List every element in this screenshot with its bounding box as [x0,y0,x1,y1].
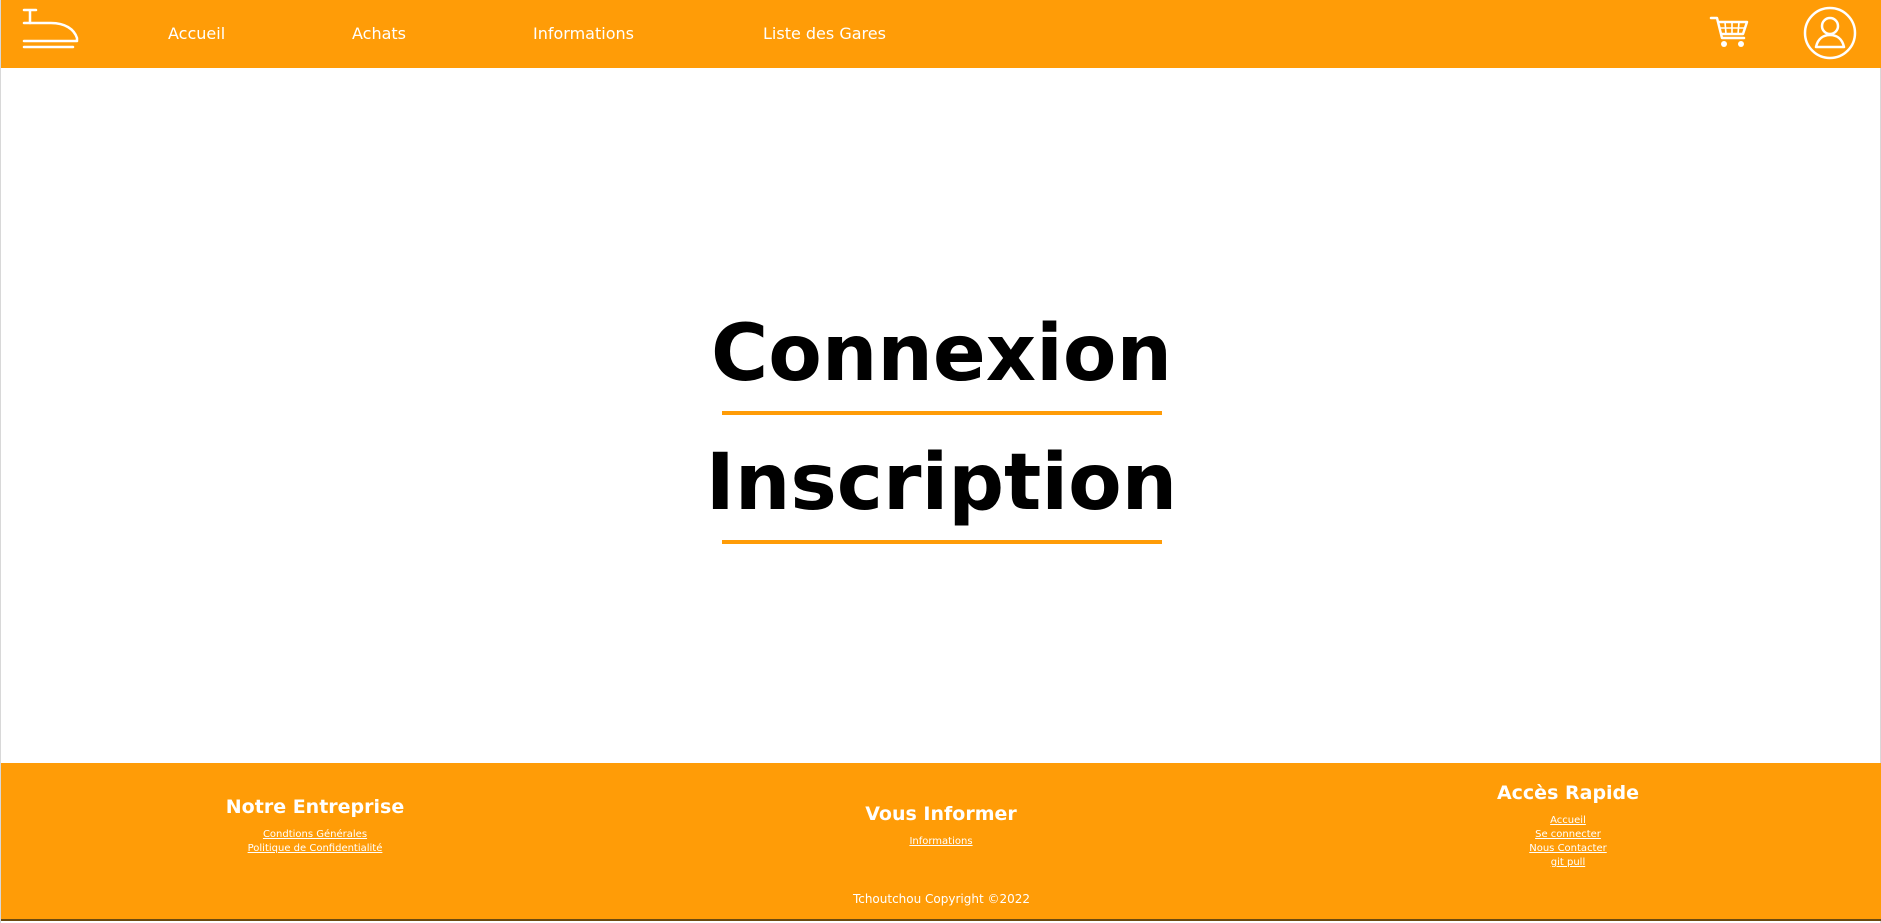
connexion-underline [722,411,1162,415]
inscription-link[interactable]: Inscription [1,438,1881,528]
footer-column-acces-rapide: Accès Rapide Accueil Se connecter Nous C… [1418,780,1718,870]
copyright-text: Tchoutchou Copyright ©2022 [852,892,1031,906]
footer: Notre Entreprise Condtions Générales Pol… [1,763,1881,921]
footer-link-confidentialite[interactable]: Politique de Confidentialité [165,842,465,856]
footer-link-git-pull[interactable]: git pull [1418,856,1718,870]
train-logo-icon[interactable] [21,7,81,53]
footer-column-entreprise: Notre Entreprise Condtions Générales Pol… [165,794,465,856]
page: Accueil Achats Informations Liste des Ga… [0,0,1881,923]
shopping-cart-icon[interactable] [1709,14,1751,50]
footer-column-informer: Vous Informer Informations [791,801,1091,849]
nav-accueil[interactable]: Accueil [168,24,225,43]
user-circle-icon[interactable] [1802,5,1858,61]
navbar: Accueil Achats Informations Liste des Ga… [1,0,1881,68]
footer-link-conditions[interactable]: Condtions Générales [165,828,465,842]
nav-achats[interactable]: Achats [352,24,406,43]
footer-heading: Accès Rapide [1496,782,1640,804]
footer-link-accueil[interactable]: Accueil [1418,814,1718,828]
nav-informations[interactable]: Informations [533,24,634,43]
footer-link-se-connecter[interactable]: Se connecter [1418,828,1718,842]
footer-link-informations[interactable]: Informations [791,835,1091,849]
inscription-underline [722,540,1162,544]
footer-heading: Vous Informer [865,803,1017,825]
footer-link-nous-contacter[interactable]: Nous Contacter [1418,842,1718,856]
nav-liste-des-gares[interactable]: Liste des Gares [763,24,886,43]
footer-heading: Notre Entreprise [225,796,405,818]
connexion-link[interactable]: Connexion [1,309,1881,399]
